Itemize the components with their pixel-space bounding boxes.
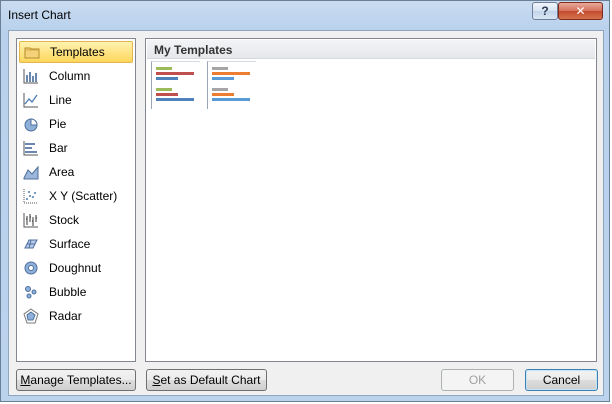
cancel-button[interactable]: Cancel: [525, 369, 598, 391]
thumbnail-bar: [212, 67, 228, 70]
bubble-chart-icon: [25, 286, 37, 299]
set-default-chart-button[interactable]: Set as Default Chart: [146, 369, 267, 391]
button-label: et as Default Chart: [160, 373, 261, 387]
chart-type-area[interactable]: Area: [19, 161, 133, 183]
area-chart-icon: [23, 165, 39, 180]
mnemonic-letter: S: [152, 373, 161, 387]
chart-type-radar[interactable]: Radar: [19, 305, 133, 327]
help-button[interactable]: ?: [532, 2, 558, 20]
manage-templates-button[interactable]: Manage Templates...: [16, 369, 136, 391]
chart-type-templates[interactable]: Templates: [19, 41, 133, 63]
thumbnail-bar: [156, 88, 172, 91]
thumbnail-bar: [212, 98, 250, 101]
scatter-chart-icon: [23, 189, 38, 204]
folder-icon: [24, 47, 40, 59]
section-header: My Templates: [147, 40, 595, 59]
chart-type-scatter[interactable]: X Y (Scatter): [19, 185, 133, 207]
title-bar[interactable]: Insert Chart ? ✕: [1, 1, 609, 29]
close-button[interactable]: ✕: [558, 2, 603, 20]
chart-type-label: Column: [49, 69, 91, 83]
chart-type-doughnut[interactable]: Doughnut: [19, 257, 133, 279]
button-label: anage Templates...: [30, 373, 132, 387]
column-chart-icon: [23, 69, 38, 84]
surface-chart-icon: [24, 239, 38, 249]
thumbnail-bar: [156, 67, 172, 70]
chart-type-list[interactable]: Templates Column Line Pie Bar Area X Y (…: [16, 38, 136, 362]
mnemonic-letter: M: [20, 373, 31, 387]
stock-chart-icon: [23, 213, 38, 228]
chart-type-label: Line: [49, 93, 72, 107]
thumbnail-bar: [156, 77, 178, 80]
dialog-title: Insert Chart: [8, 8, 71, 22]
section-title: My Templates: [154, 43, 233, 57]
pie-chart-icon: [24, 118, 38, 132]
thumbnail-bar: [156, 93, 178, 96]
chart-type-bar[interactable]: Bar: [19, 137, 133, 159]
chart-type-label: X Y (Scatter): [49, 189, 118, 203]
chart-type-label: Bubble: [49, 285, 87, 299]
chart-type-label: Area: [49, 165, 75, 179]
thumbnail-bar: [156, 98, 194, 101]
insert-chart-dialog: Insert Chart ? ✕ Templates Column Line P…: [0, 0, 610, 402]
thumbnail-bar: [156, 72, 194, 75]
chart-type-pie[interactable]: Pie: [19, 113, 133, 135]
chart-type-label: Doughnut: [49, 261, 102, 275]
chart-type-bubble[interactable]: Bubble: [19, 281, 133, 303]
help-icon: ?: [541, 4, 549, 18]
chart-type-stock[interactable]: Stock: [19, 209, 133, 231]
chart-type-surface[interactable]: Surface: [19, 233, 133, 255]
radar-chart-icon: [23, 308, 39, 324]
button-label: Cancel: [542, 373, 581, 387]
template-thumbnail-1[interactable]: [151, 61, 200, 109]
thumbnail-bar: [212, 88, 228, 91]
thumbnail-bar: [212, 93, 234, 96]
template-gallery: My Templates: [145, 38, 597, 362]
ok-button[interactable]: OK: [441, 369, 514, 391]
chart-type-label: Bar: [49, 141, 68, 155]
bar-chart-icon: [23, 141, 38, 156]
chart-type-label: Radar: [49, 309, 82, 323]
chart-type-column[interactable]: Column: [19, 65, 133, 87]
chart-type-label: Pie: [49, 117, 67, 131]
close-icon: ✕: [575, 4, 586, 18]
chart-type-label: Surface: [49, 237, 91, 251]
doughnut-chart-icon: [24, 261, 38, 275]
dialog-body: Templates Column Line Pie Bar Area X Y (…: [8, 30, 604, 396]
chart-type-label: Stock: [49, 213, 80, 227]
thumbnail-bar: [212, 72, 250, 75]
thumbnail-bar: [212, 77, 234, 80]
chart-type-line[interactable]: Line: [19, 89, 133, 111]
chart-type-label: Templates: [50, 45, 105, 59]
template-thumbnail-2[interactable]: [207, 61, 256, 109]
button-label: OK: [468, 373, 487, 387]
line-chart-icon: [23, 93, 38, 108]
